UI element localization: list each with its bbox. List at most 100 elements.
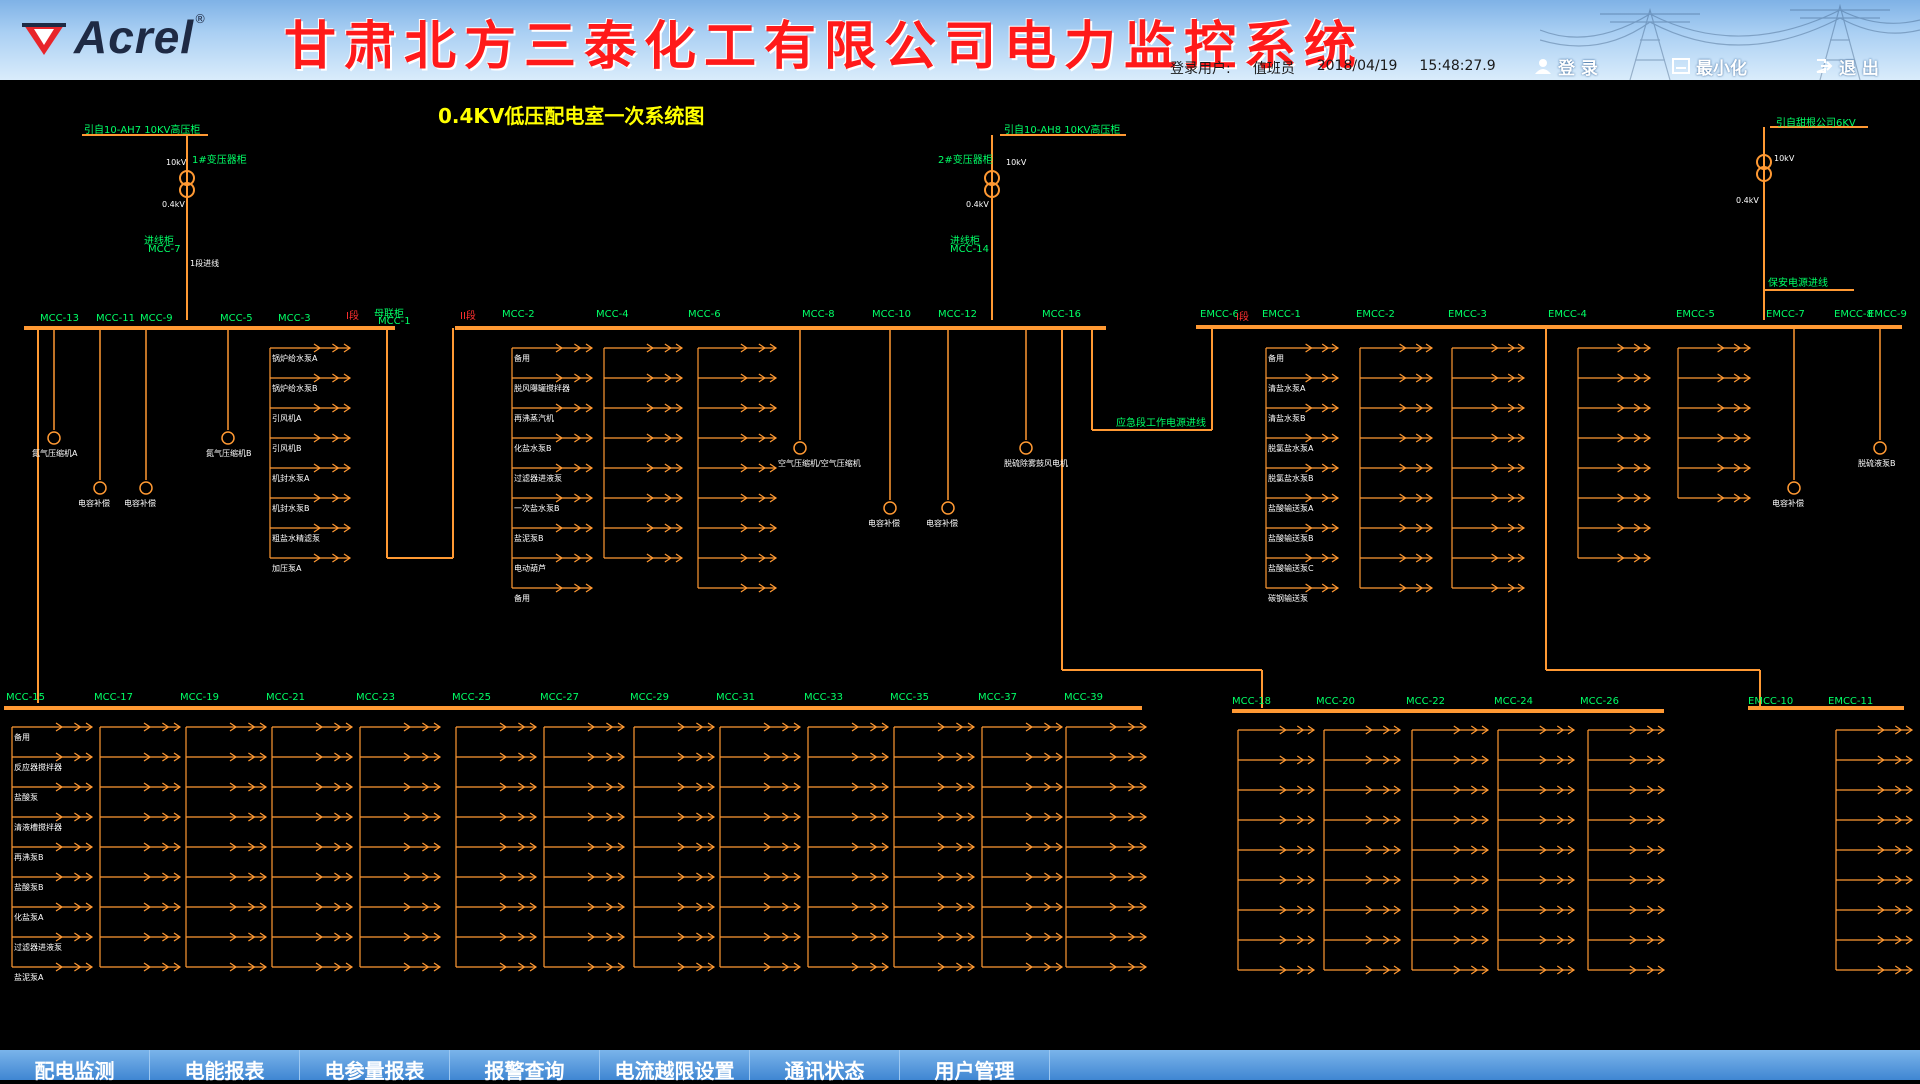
load-symbol-icon [941,501,955,515]
cabinet-label: MCC-18 [1232,696,1271,707]
current-time: 15:48:27.9 [1419,58,1496,74]
emcc1-feeder-2: 清盐水泵B [1268,414,1306,423]
emcc1-feeder-6: 盐酸输送泵B [1268,534,1314,543]
mcc2-feeder-6: 盐泥泵B [514,534,544,543]
incoming-1-label: 引自10-AH7 10KV高压柜 [84,125,201,136]
mcc3-feeder-6: 粗盐水精滤泵 [272,534,320,543]
bottom-left-0-feeder-7: 过滤器进液泵 [14,943,62,952]
backup-incomer-label: 保安电源进线 [1768,278,1828,289]
incomer-1-code: MCC-7 [148,244,181,255]
nav-current-limit-settings[interactable]: 电流越限设置 [600,1050,750,1083]
cabinet-label: MCC-35 [890,692,929,703]
emcc1-feeder-8: 碳钢输送泵 [1268,594,1308,603]
single-load-label: 脱硫液泵B [1858,459,1896,468]
load-symbol-icon [1019,441,1033,455]
cabinet-label: MCC-17 [94,692,133,703]
load-symbol-icon [139,481,153,495]
transformer-2-label: 2#变压器柜 [938,155,993,166]
cabinet-label: MCC-6 [688,309,721,320]
current-date: 2018/04/19 [1316,58,1398,74]
login-button-label: 登 录 [1558,58,1598,79]
cabinet-label: MCC-2 [502,309,535,320]
login-button[interactable]: 登 录 [1534,56,1598,79]
bottom-left-0-feeder-2: 盐酸泵 [14,793,38,802]
logo-icon [20,19,68,55]
mcc2-feeder-7: 电动葫芦 [514,564,546,573]
mcc3-feeder-4: 机封水泵A [272,474,310,483]
cabinet-label: MCC-29 [630,692,669,703]
transformer-3-lv: 0.4kV [1736,196,1759,205]
nav-communication-status[interactable]: 通讯状态 [750,1050,900,1083]
cabinet-label: MCC-33 [804,692,843,703]
cabinet-label: MCC-13 [40,313,79,324]
exit-icon [1816,59,1833,73]
cabinet-label: EMCC-9 [1868,309,1907,320]
mcc3-feeder-3: 引风机B [272,444,302,453]
single-load-label: 氮气压缩机A [32,449,78,458]
cabinet-label: MCC-21 [266,692,305,703]
nav-parameter-report[interactable]: 电参量报表 [300,1050,450,1083]
header-bar: Acrel ® 甘肃北方三泰化工有限公司电力监控系统 登录用户: 值班员 201… [0,0,1920,80]
load-symbol-icon [93,481,107,495]
nav-energy-report[interactable]: 电能报表 [150,1050,300,1083]
cabinet-label: EMCC-10 [1748,696,1794,707]
mcc2-feeder-4: 过滤器进液泵 [514,474,562,483]
cabinet-label: MCC-39 [1064,692,1103,703]
emcc1-feeder-1: 清盐水泵A [1268,384,1306,393]
nav-user-management[interactable]: 用户管理 [900,1050,1050,1083]
mcc3-feeder-7: 加压泵A [272,564,302,573]
acrel-logo: Acrel ® [20,11,207,63]
cabinet-label: MCC-23 [356,692,395,703]
bottom-left-0-feeder-1: 反应器搅拌器 [14,763,62,772]
cabinet-label: EMCC-6 [1200,309,1239,320]
cabinet-label: MCC-3 [278,313,311,324]
minimize-button[interactable]: 最小化 [1672,56,1747,79]
cabinet-label: EMCC-5 [1676,309,1715,320]
cabinet-label: MCC-10 [872,309,911,320]
logo-registered: ® [194,12,207,26]
session-status: 登录用户: 值班员 2018/04/19 15:48:27.9 [1170,58,1496,78]
transformer-3-hv: 10kV [1774,154,1795,163]
cabinet-label: MCC-26 [1580,696,1619,707]
section-2-label: II段 [460,311,476,322]
single-load-label: 电容补偿 [868,519,900,528]
mcc2-feeder-2: 再沸蒸汽机 [514,414,554,423]
cabinet-label: MCC-15 [6,692,45,703]
cabinet-label: MCC-19 [180,692,219,703]
mcc3-feeder-2: 引风机A [272,414,302,423]
single-load-label: 电容补偿 [124,499,156,508]
cabinet-label: MCC-37 [978,692,1017,703]
login-user: 值班员 [1252,61,1295,77]
single-load-label: 电容补偿 [926,519,958,528]
emergency-feed-label: 应急段工作电源进线 [1116,418,1206,429]
emcc1-feeder-3: 脱氯盐水泵A [1268,444,1314,453]
cabinet-label: EMCC-7 [1766,309,1805,320]
exit-button-label: 退 出 [1839,58,1879,79]
nav-alarm-query[interactable]: 报警查询 [450,1050,600,1083]
bottom-left-0-feeder-8: 盐泥泵A [14,973,44,982]
cabinet-label: MCC-8 [802,309,835,320]
section-3-label: I段 [1236,312,1249,323]
cabinet-label: MCC-20 [1316,696,1355,707]
single-load-label: 电容补偿 [78,499,110,508]
mcc2-feeder-8: 备用 [514,594,530,603]
bottom-left-0-feeder-6: 化盐泵A [14,913,44,922]
cabinet-label: MCC-22 [1406,696,1445,707]
load-symbol-icon [1787,481,1801,495]
emcc1-feeder-7: 盐酸输送泵C [1268,564,1314,573]
transformer-2-hv: 10kV [1006,158,1027,167]
transformer-1-lv: 0.4kV [162,200,185,209]
bottom-left-0-feeder-3: 清液槽搅拌器 [14,823,62,832]
minimize-button-label: 最小化 [1696,58,1747,79]
cabinet-label: MCC-4 [596,309,629,320]
incoming-3-label: 引自甜根公司6KV [1776,118,1856,129]
bottom-navbar: 配电监测 电能报表 电参量报表 报警查询 电流越限设置 通讯状态 用户管理 [0,1050,1920,1083]
cabinet-label: EMCC-11 [1828,696,1874,707]
mcc2-feeder-1: 脱风曝罐搅拌器 [514,384,570,393]
exit-button[interactable]: 退 出 [1815,56,1879,79]
single-load-label: 脱硫除雾鼓风电机 [1004,459,1068,468]
bottom-left-0-feeder-0: 备用 [14,733,30,742]
minimize-icon [1672,58,1690,74]
emcc1-feeder-0: 备用 [1268,354,1284,363]
nav-power-monitoring[interactable]: 配电监测 [0,1050,150,1083]
